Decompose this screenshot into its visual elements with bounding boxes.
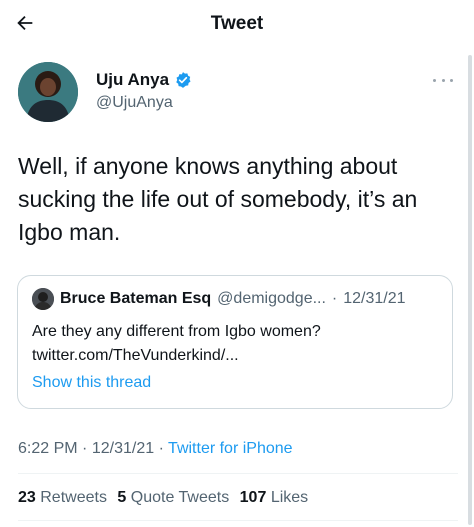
tweet-author: Uju Anya @UjuAnya <box>18 62 458 122</box>
tweet-text: Well, if anyone knows anything about suc… <box>18 153 418 245</box>
likes-stat[interactable]: 107 Likes <box>240 489 309 506</box>
header-bar: Tweet <box>0 0 474 50</box>
divider <box>18 520 458 521</box>
divider <box>18 473 458 474</box>
more-horizontal-icon <box>433 78 436 82</box>
avatar[interactable] <box>18 62 78 122</box>
scrollbar[interactable] <box>468 55 472 525</box>
more-options-button[interactable] <box>430 72 456 88</box>
verified-badge-icon <box>176 72 191 88</box>
retweets-stat[interactable]: 23 Retweets <box>18 489 107 506</box>
tweet-meta: 6:22 PM · 12/31/21 · Twitter for iPhone <box>18 440 293 457</box>
quoted-handle: @demigodge... <box>217 290 326 307</box>
quoted-text: Are they any different from Igbo women? … <box>32 320 442 368</box>
show-thread-link[interactable]: Show this thread <box>32 374 151 392</box>
avatar-image <box>18 62 78 122</box>
quoted-separator: · <box>331 290 338 307</box>
quoted-avatar <box>32 288 54 310</box>
author-display-name[interactable]: Uju Anya <box>96 70 169 90</box>
quoted-display-name: Bruce Bateman Esq <box>60 290 212 307</box>
tweet-source-link[interactable]: Twitter for iPhone <box>168 440 293 457</box>
quote-tweets-stat[interactable]: 5 Quote Tweets <box>117 489 229 506</box>
tweet-stats: 23 Retweets 5 Quote Tweets 107 Likes <box>18 489 314 507</box>
author-handle[interactable]: @UjuAnya <box>96 94 173 112</box>
tweet-date[interactable]: 12/31/21 <box>92 440 154 457</box>
quoted-link[interactable]: twitter.com/TheVunderkind/... <box>32 344 442 368</box>
quoted-tweet[interactable]: Bruce Bateman Esq @demigodge... · 12/31/… <box>17 275 453 409</box>
tweet-time[interactable]: 6:22 PM <box>18 440 78 457</box>
quoted-date: 12/31/21 <box>343 290 406 307</box>
page-title: Tweet <box>210 13 264 34</box>
